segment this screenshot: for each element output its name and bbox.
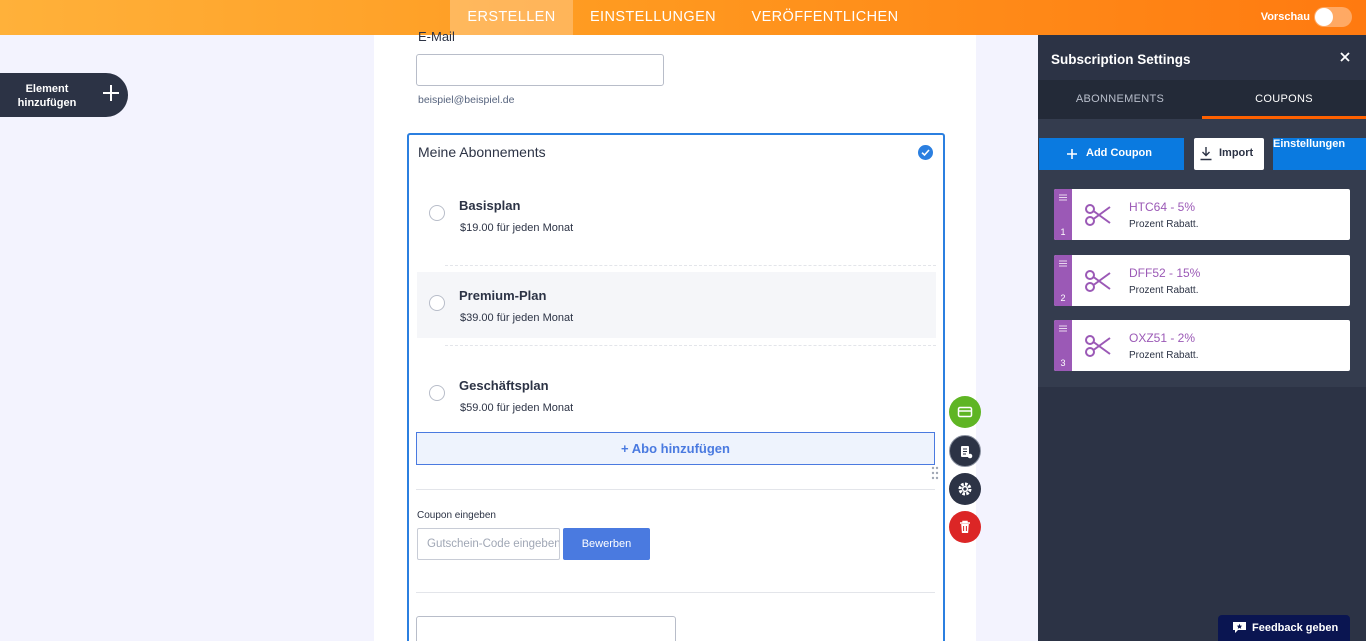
text-field[interactable] — [416, 616, 676, 641]
grip-lines-icon — [1059, 325, 1067, 332]
plan-radio[interactable] — [429, 385, 445, 401]
coupon-type: Prozent Rabatt. — [1129, 350, 1199, 361]
feedback-icon — [1233, 622, 1246, 633]
top-navigation-bar: ERSTELLEN EINSTELLUNGEN VERÖFFENTLICHEN … — [0, 0, 1366, 35]
tab-subscriptions[interactable]: ABONNEMENTS — [1038, 80, 1202, 119]
plan-option[interactable]: Geschäftsplan $59.00 für jeden Monat — [417, 362, 936, 428]
feedback-button[interactable]: Feedback geben — [1218, 615, 1350, 641]
form-canvas: E-Mail beispiel@beispiel.de Meine Abonne… — [374, 29, 976, 641]
coupon-number: 1 — [1060, 227, 1066, 237]
trash-icon — [960, 520, 970, 533]
coupon-type: Prozent Rabatt. — [1129, 285, 1199, 296]
section-divider — [416, 592, 935, 593]
close-icon[interactable] — [1338, 50, 1352, 64]
plus-icon — [103, 85, 119, 101]
coupon-item[interactable]: 2 DFF52 - 15% Prozent Rabatt. — [1054, 255, 1350, 306]
payment-settings-button[interactable] — [949, 396, 981, 428]
plan-radio[interactable] — [429, 295, 445, 311]
plan-divider — [445, 265, 936, 266]
preview-toggle[interactable] — [1314, 7, 1352, 27]
email-hint: beispiel@beispiel.de — [418, 94, 515, 106]
gear-icon — [958, 482, 972, 496]
email-label: E-Mail — [418, 29, 455, 44]
drag-handle-icon[interactable] — [931, 466, 939, 480]
list-icon — [961, 446, 973, 459]
coupons-panel-body: Add Coupon Import Einstellungen 1 HTC64 … — [1038, 119, 1366, 387]
section-divider — [416, 489, 935, 490]
import-label: Import — [1219, 147, 1254, 159]
scissors-icon — [1085, 335, 1111, 357]
email-field[interactable] — [416, 54, 664, 86]
plan-name: Premium-Plan — [459, 288, 547, 303]
add-plan-button[interactable]: + Abo hinzufügen — [416, 432, 935, 465]
credit-card-icon — [957, 406, 973, 418]
coupon-settings-button[interactable]: Einstellungen — [1273, 138, 1366, 170]
plan-name: Basisplan — [459, 198, 521, 213]
scissors-icon — [1085, 270, 1111, 292]
coupon-number: 2 — [1060, 293, 1066, 303]
plus-icon — [1067, 149, 1077, 159]
grip-lines-icon — [1059, 194, 1067, 201]
add-element-button[interactable]: Element hinzufügen — [0, 73, 128, 117]
scissors-icon — [1085, 204, 1111, 226]
plan-price: $19.00 für jeden Monat — [460, 222, 574, 234]
plan-option[interactable]: Premium-Plan $39.00 für jeden Monat — [417, 272, 936, 338]
panel-tabs: ABONNEMENTS COUPONS — [1038, 80, 1366, 119]
drag-handle[interactable]: 3 — [1054, 320, 1072, 371]
drag-handle[interactable]: 2 — [1054, 255, 1072, 306]
apply-coupon-button[interactable]: Bewerben — [563, 528, 650, 560]
toggle-knob — [1315, 8, 1333, 26]
coupon-name: HTC64 - 5% — [1129, 200, 1196, 214]
add-coupon-label: Add Coupon — [1086, 147, 1152, 159]
feedback-label: Feedback geben — [1252, 622, 1339, 634]
plan-price: $59.00 für jeden Monat — [460, 402, 574, 414]
coupon-type: Prozent Rabatt. — [1129, 219, 1199, 230]
field-settings-button[interactable] — [949, 473, 981, 505]
coupon-item[interactable]: 3 OXZ51 - 2% Prozent Rabatt. — [1054, 320, 1350, 371]
coupon-item[interactable]: 1 HTC64 - 5% Prozent Rabatt. — [1054, 189, 1350, 240]
grip-lines-icon — [1059, 260, 1067, 267]
coupon-number: 3 — [1060, 358, 1066, 368]
block-title: Meine Abonnements — [418, 144, 546, 160]
preview-label: Vorschau — [1260, 11, 1310, 23]
delete-field-button[interactable] — [949, 511, 981, 543]
tab-publish[interactable]: VERÖFFENTLICHEN — [740, 0, 910, 35]
coupon-name: OXZ51 - 2% — [1129, 331, 1196, 345]
coupon-code-input[interactable]: Gutschein-Code eingeben — [417, 528, 560, 560]
plan-radio[interactable] — [429, 205, 445, 221]
coupon-label: Coupon eingeben — [417, 510, 496, 521]
plan-option[interactable]: Basisplan $19.00 für jeden Monat — [417, 182, 936, 248]
subscription-product-block[interactable]: Meine Abonnements Basisplan $19.00 für j… — [407, 133, 945, 641]
panel-title: Subscription Settings — [1051, 52, 1191, 67]
check-circle-icon — [918, 145, 933, 160]
subscription-settings-panel: Subscription Settings ABONNEMENTS COUPON… — [1038, 35, 1366, 641]
tab-coupons[interactable]: COUPONS — [1202, 80, 1366, 119]
coupon-name: DFF52 - 15% — [1129, 266, 1201, 280]
download-icon — [1200, 147, 1212, 161]
plan-divider — [445, 345, 936, 346]
product-list-button[interactable] — [949, 435, 981, 467]
add-coupon-button[interactable]: Add Coupon — [1039, 138, 1184, 170]
plan-price: $39.00 für jeden Monat — [460, 312, 574, 324]
import-button[interactable]: Import — [1194, 138, 1264, 170]
tab-settings[interactable]: EINSTELLUNGEN — [580, 0, 726, 35]
tab-build[interactable]: ERSTELLEN — [450, 0, 573, 35]
plan-name: Geschäftsplan — [459, 378, 549, 393]
drag-handle[interactable]: 1 — [1054, 189, 1072, 240]
add-element-label: Element hinzufügen — [17, 83, 77, 109]
